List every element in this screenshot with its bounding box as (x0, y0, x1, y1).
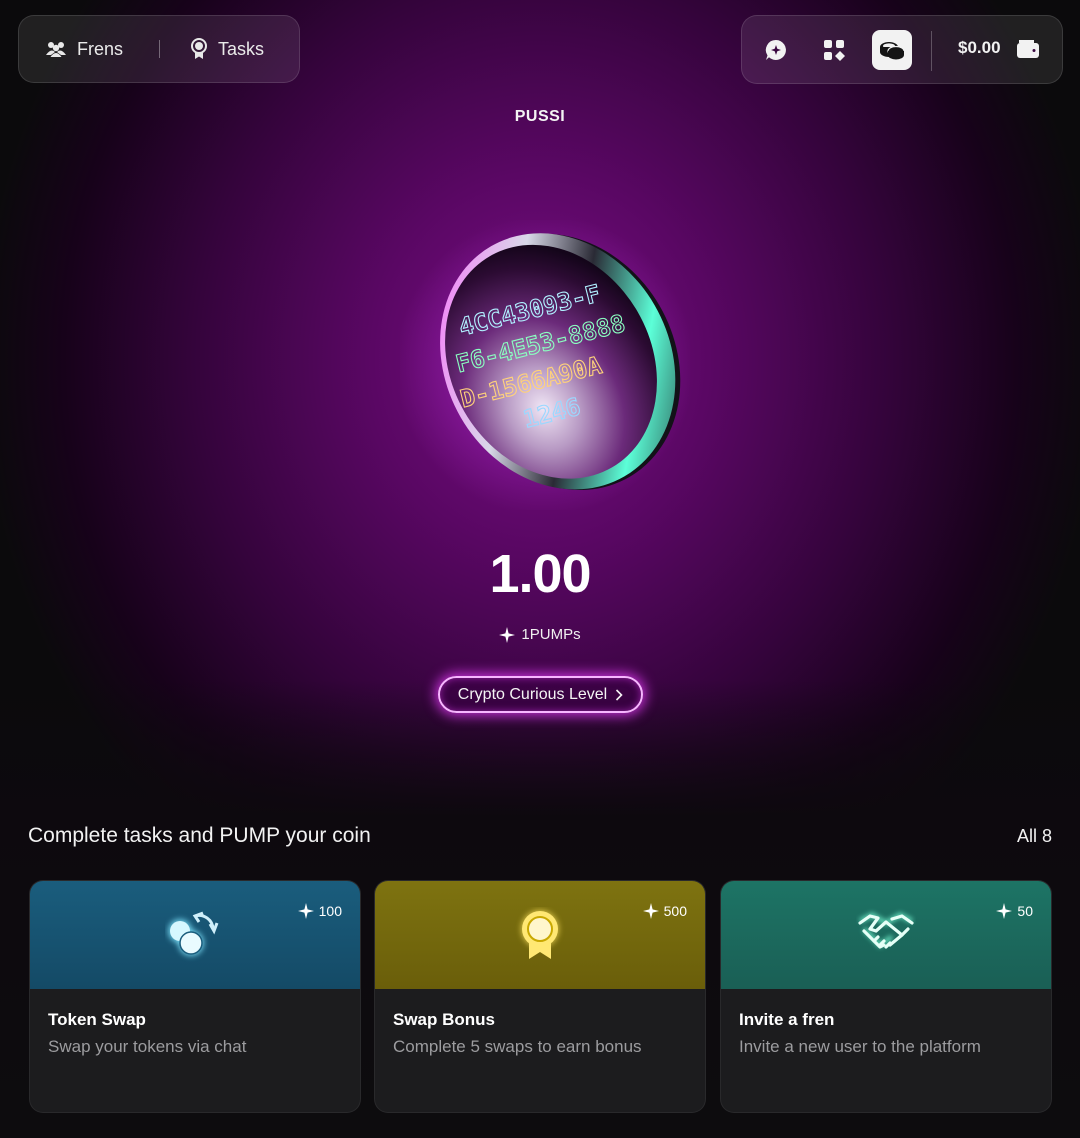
new-chat-button[interactable] (756, 30, 796, 70)
swap-coins-icon (168, 911, 219, 956)
friends-icon (46, 42, 66, 57)
reward-badge: 500 (642, 903, 687, 919)
pumps-balance: 1PUMPs (0, 626, 1080, 643)
task-card-token-swap[interactable]: 100 Token Swap Swap your tokens via chat (29, 880, 361, 1113)
reward-value: 50 (1017, 903, 1033, 919)
level-label: Crypto Curious Level (457, 685, 608, 703)
card-description: Invite a new user to the platform (739, 1037, 981, 1056)
wallet-balance: $0.00 (958, 38, 1001, 57)
toolbar-divider (931, 31, 932, 71)
pumps-label: 1PUMPs (521, 626, 581, 643)
wallet-icon (1017, 40, 1039, 58)
task-card-invite-fren[interactable]: 50 Invite a fren Invite a new user to th… (720, 880, 1052, 1113)
frens-label: Frens (77, 38, 124, 59)
coins-button[interactable] (872, 30, 912, 70)
card-header: 500 (375, 881, 705, 989)
tasks-label: Tasks (218, 38, 265, 59)
coins-stack-icon (880, 42, 905, 60)
tasks-tab[interactable]: Tasks (160, 16, 264, 82)
apps-button[interactable] (814, 30, 854, 70)
reward-value: 500 (663, 903, 687, 919)
coin-value: 1.00 (489, 544, 591, 604)
frens-tab[interactable]: Frens (19, 16, 159, 82)
reward-badge: 50 (996, 903, 1033, 919)
sparkle-icon (499, 626, 516, 643)
section-title: Complete tasks and PUMP your coin (28, 824, 371, 847)
card-title: Token Swap (48, 1010, 146, 1029)
card-description: Complete 5 swaps to earn bonus (393, 1037, 642, 1056)
card-description: Swap your tokens via chat (48, 1037, 247, 1056)
reward-value: 100 (318, 903, 342, 919)
wallet-button[interactable] (1016, 38, 1040, 65)
card-title: Swap Bonus (393, 1010, 496, 1029)
top-toolbar: $0.00 (741, 15, 1063, 84)
coin-image: 4CC43093-F F6-4E53-8888 D-1566A90A 1246 (400, 220, 690, 510)
coin-name: PUSSI (514, 108, 566, 125)
level-button[interactable]: Crypto Curious Level (438, 676, 643, 713)
card-title: Invite a fren (739, 1010, 835, 1029)
card-header: 50 (721, 881, 1051, 989)
handshake-icon (858, 912, 914, 949)
top-nav: Frens Tasks (18, 15, 300, 83)
card-header: 100 (30, 881, 360, 989)
apps-grid-icon (824, 40, 845, 61)
all-tasks-link[interactable]: All 8 (1017, 826, 1052, 847)
sparkle-icon (642, 903, 659, 919)
sparkle-icon (996, 903, 1013, 919)
chat-plus-icon (765, 39, 786, 60)
task-card-swap-bonus[interactable]: 500 Swap Bonus Complete 5 swaps to earn … (374, 880, 706, 1113)
reward-badge: 100 (297, 903, 342, 919)
sparkle-icon (297, 903, 314, 919)
medal-icon (191, 38, 207, 59)
chevron-right-icon (616, 688, 623, 701)
medal-icon (521, 910, 559, 959)
